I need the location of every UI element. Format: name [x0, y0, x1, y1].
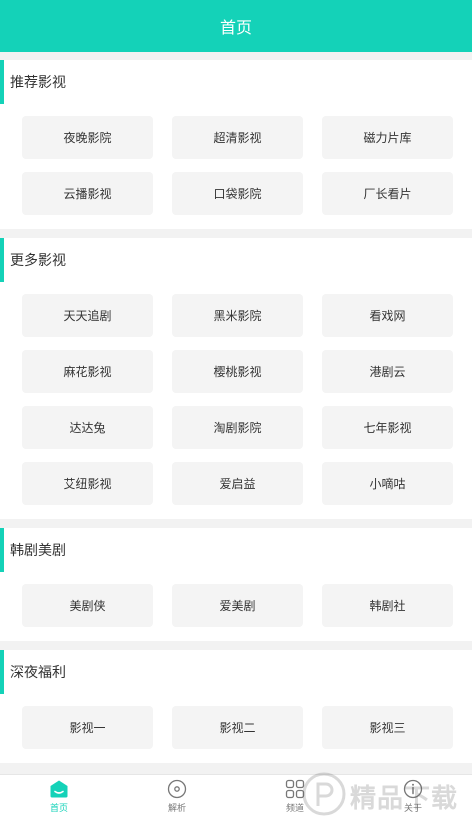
bottom-tab-bar: 首页 解析 频道 关于	[0, 774, 472, 817]
section-korean-american: 韩剧美剧 美剧侠 爱美剧 韩剧社	[0, 528, 472, 641]
site-item[interactable]: 云播影视	[22, 172, 153, 215]
section-late-night: 深夜福利 影视一 影视二 影视三	[0, 650, 472, 763]
app-header: 首页	[0, 0, 472, 52]
section-header: 推荐影视	[0, 60, 472, 104]
site-item[interactable]: 达达兔	[22, 406, 153, 449]
site-grid: 夜晚影院 超清影视 磁力片库 云播影视 口袋影院 厂长看片	[0, 104, 472, 229]
section-divider	[0, 519, 472, 528]
info-icon	[403, 779, 423, 798]
section-recommended: 推荐影视 夜晚影院 超清影视 磁力片库 云播影视 口袋影院 厂长看片	[0, 60, 472, 229]
site-item[interactable]: 超清影视	[172, 116, 303, 159]
section-accent-bar	[0, 650, 4, 694]
site-item[interactable]: 夜晚影院	[22, 116, 153, 159]
site-item[interactable]: 厂长看片	[322, 172, 453, 215]
site-item[interactable]: 麻花影视	[22, 350, 153, 393]
section-divider	[0, 641, 472, 650]
site-item[interactable]: 看戏网	[322, 294, 453, 337]
section-title: 深夜福利	[10, 664, 66, 680]
site-item[interactable]: 影视三	[322, 706, 453, 749]
section-header: 韩剧美剧	[0, 528, 472, 572]
home-icon	[50, 780, 68, 797]
section-header: 更多影视	[0, 238, 472, 282]
tab-channel[interactable]: 频道	[236, 775, 354, 817]
site-grid: 美剧侠 爱美剧 韩剧社	[0, 572, 472, 641]
site-item[interactable]: 小嘀咕	[322, 462, 453, 505]
section-header: 深夜福利	[0, 650, 472, 694]
site-item[interactable]: 韩剧社	[322, 584, 453, 627]
site-item[interactable]: 影视一	[22, 706, 153, 749]
section-title: 更多影视	[10, 252, 66, 268]
section-title: 推荐影视	[10, 74, 66, 90]
section-title: 韩剧美剧	[10, 542, 66, 558]
section-accent-bar	[0, 238, 4, 282]
main-content: 推荐影视 夜晚影院 超清影视 磁力片库 云播影视 口袋影院 厂长看片 更多影视 …	[0, 60, 472, 763]
site-item[interactable]: 爱启益	[172, 462, 303, 505]
tab-label: 解析	[167, 802, 186, 813]
section-accent-bar	[0, 60, 4, 104]
site-item[interactable]: 黑米影院	[172, 294, 303, 337]
site-item[interactable]: 磁力片库	[322, 116, 453, 159]
site-grid: 影视一 影视二 影视三	[0, 694, 472, 763]
page-title: 首页	[219, 20, 252, 37]
tab-about[interactable]: 关于	[354, 775, 472, 817]
site-item[interactable]: 爱美剧	[172, 584, 303, 627]
tab-label: 关于	[403, 802, 422, 813]
site-item[interactable]: 影视二	[172, 706, 303, 749]
site-item[interactable]: 淘剧影院	[172, 406, 303, 449]
site-grid: 天天追剧 黑米影院 看戏网 麻花影视 樱桃影视 港剧云 达达兔 淘剧影院 七年影…	[0, 282, 472, 519]
tab-home[interactable]: 首页	[0, 775, 118, 817]
grid-icon	[285, 779, 305, 798]
site-item[interactable]: 港剧云	[322, 350, 453, 393]
site-item[interactable]: 口袋影院	[172, 172, 303, 215]
site-item[interactable]: 艾纽影视	[22, 462, 153, 505]
site-item[interactable]: 天天追剧	[22, 294, 153, 337]
tab-parse[interactable]: 解析	[118, 775, 236, 817]
site-item[interactable]: 七年影视	[322, 406, 453, 449]
tab-label: 频道	[285, 802, 304, 813]
section-more: 更多影视 天天追剧 黑米影院 看戏网 麻花影视 樱桃影视 港剧云 达达兔 淘剧影…	[0, 238, 472, 519]
section-divider	[0, 229, 472, 238]
section-accent-bar	[0, 528, 4, 572]
disc-icon	[167, 779, 187, 798]
tab-label: 首页	[49, 802, 68, 813]
site-item[interactable]: 樱桃影视	[172, 350, 303, 393]
site-item[interactable]: 美剧侠	[22, 584, 153, 627]
